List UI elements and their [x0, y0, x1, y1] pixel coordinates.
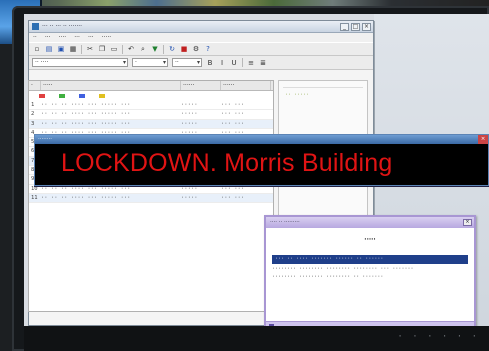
- cut-icon[interactable]: ✂: [86, 45, 94, 53]
- table-row[interactable]: 3 ·· ·· ·· ···· ··· ····· ··· ····· ··· ···: [29, 119, 273, 129]
- monitor-controls: · · · · · ·: [397, 332, 479, 342]
- color-legend: [29, 91, 273, 101]
- menu-item-4[interactable]: ···: [74, 34, 80, 41]
- table-cell: ··· ···: [221, 102, 245, 108]
- table-row[interactable]: 1 ·· ·· ·· ···· ··· ····· ··· ····· ··· ···: [29, 101, 273, 111]
- menu-item-3[interactable]: ····: [59, 34, 67, 41]
- app-icon: [32, 23, 39, 30]
- stop-icon[interactable]: ■: [180, 45, 188, 53]
- table-cell: 2: [31, 111, 35, 118]
- table-row[interactable]: 10 ·· ·· ·· ···· ··· ····· ··· ····· ··· ··…: [29, 185, 273, 194]
- align-center-icon[interactable]: ≣: [259, 59, 267, 67]
- new-icon[interactable]: ▫: [33, 45, 41, 53]
- table-cell: 11: [31, 194, 38, 201]
- details-text: ·· ·····: [285, 92, 310, 98]
- table-cell: 1: [31, 102, 35, 108]
- undo-icon[interactable]: ↶: [127, 45, 135, 53]
- menu-item-5[interactable]: ···: [88, 34, 94, 41]
- screenshot-root: ··· ·· ··· ·· ······· _ □ × ·· ··· ···· …: [0, 0, 489, 351]
- toolbar-separator: [122, 44, 123, 54]
- event-log-grid[interactable]: · ····· ······ ······ 1 ·· ·· ·· ···· ···…: [28, 80, 274, 312]
- underline-icon[interactable]: U: [230, 59, 238, 67]
- window-controls: _ □ ×: [340, 22, 373, 31]
- table-cell: ·····: [181, 102, 198, 108]
- table-cell: ·····: [181, 194, 198, 201]
- header-index[interactable]: ·: [29, 81, 41, 90]
- table-cell: ·· ·· ·· ···· ··· ····· ···: [41, 111, 131, 118]
- toolbar-separator: [163, 44, 164, 54]
- table-cell: ··· ···: [221, 120, 245, 127]
- align-left-icon[interactable]: ≡: [247, 59, 255, 67]
- legend-green-swatch: [59, 94, 65, 98]
- close-button[interactable]: ×: [362, 22, 371, 31]
- menu-item-6[interactable]: ·····: [102, 34, 112, 41]
- table-cell: ·····: [181, 120, 198, 127]
- table-row[interactable]: 11 ·· ·· ·· ···· ··· ····· ··· ····· ··· ··…: [29, 193, 273, 204]
- dialog-heading: ·····: [364, 236, 376, 243]
- alert-titlebar[interactable]: ········ ×: [35, 135, 488, 144]
- menu-bar: ·· ··· ···· ··· ··· ·····: [29, 33, 373, 42]
- copy-icon[interactable]: ❐: [98, 45, 106, 53]
- italic-icon[interactable]: I: [218, 59, 226, 67]
- help-icon[interactable]: ?: [204, 45, 212, 53]
- dialog-titlebar[interactable]: ···· ·· ········· ×: [266, 217, 474, 228]
- dialog-message-line[interactable]: ········ ········ ········ ·· ·······: [272, 274, 468, 280]
- minimize-button[interactable]: _: [340, 22, 349, 31]
- divider: [283, 87, 363, 88]
- grid-header: · ····· ······ ······: [29, 81, 273, 91]
- maximize-button[interactable]: □: [351, 22, 360, 31]
- settings-icon[interactable]: ⚙: [192, 45, 200, 53]
- source-combo[interactable]: ·· ····: [32, 58, 128, 67]
- legend-yellow-swatch: [99, 94, 105, 98]
- message-dialog: ···· ·· ········· × ····· ··· ·· ···· ··…: [264, 215, 476, 333]
- paste-icon[interactable]: ▭: [110, 45, 118, 53]
- menu-item-1[interactable]: ··: [33, 34, 37, 41]
- table-cell: ·· ·· ·· ···· ··· ····· ···: [41, 120, 131, 127]
- dialog-title: ···· ·· ·········: [270, 219, 300, 225]
- toolbar-separator: [81, 44, 82, 54]
- level-combo[interactable]: ·: [132, 58, 168, 67]
- find-icon[interactable]: ⌕: [139, 45, 147, 53]
- header-time[interactable]: ······: [221, 81, 271, 90]
- dialog-close-button[interactable]: ×: [463, 219, 472, 226]
- filter-icon[interactable]: ▼: [151, 45, 159, 53]
- open-icon[interactable]: ▤: [45, 45, 53, 53]
- bold-icon[interactable]: B: [206, 59, 214, 67]
- table-cell: ·· ·· ·· ···· ··· ····· ···: [41, 194, 131, 201]
- table-cell: ··· ···: [221, 194, 245, 201]
- legend-blue-swatch: [79, 94, 85, 98]
- dialog-selected-message[interactable]: ··· ·· ···· ······· ······ ·· ······: [272, 255, 468, 264]
- refresh-icon[interactable]: ↻: [168, 45, 176, 53]
- table-cell: ·· ·· ·· ···· ··· ····· ···: [41, 102, 131, 108]
- alert-message: LOCKDOWN. Morris Building: [61, 149, 393, 177]
- alert-window-title: ········: [38, 136, 52, 142]
- range-combo[interactable]: ··: [172, 58, 202, 67]
- main-toolbar: ▫ ▤ ▣ ▦ ✂ ❐ ▭ ↶ ⌕ ▼ ↻ ■ ⚙ ?: [29, 42, 373, 56]
- dialog-message-line[interactable]: ········ ········ ········ ········ ··· …: [272, 266, 468, 272]
- header-status[interactable]: ······: [181, 81, 221, 90]
- header-event[interactable]: ·····: [41, 81, 181, 90]
- filter-bar: ·· ···· · ·· B I U ≡ ≣: [29, 56, 373, 70]
- menu-item-2[interactable]: ···: [45, 34, 51, 41]
- table-cell: ··· ···: [221, 111, 245, 118]
- print-icon[interactable]: ▦: [69, 45, 77, 53]
- window-titlebar[interactable]: ··· ·· ··· ·· ······· _ □ ×: [29, 21, 373, 33]
- window-title: ··· ·· ··· ·· ·······: [42, 23, 83, 30]
- legend-red-swatch: [39, 94, 45, 98]
- toolbar-separator: [242, 58, 243, 67]
- save-icon[interactable]: ▣: [57, 45, 65, 53]
- table-cell: ·····: [181, 111, 198, 118]
- alert-close-button[interactable]: ×: [478, 135, 488, 144]
- table-row[interactable]: 2 ·· ·· ·· ···· ··· ····· ··· ····· ··· ···: [29, 110, 273, 120]
- lockdown-alert-window: ········ × LOCKDOWN. Morris Building: [34, 134, 489, 186]
- table-cell: 3: [31, 120, 35, 127]
